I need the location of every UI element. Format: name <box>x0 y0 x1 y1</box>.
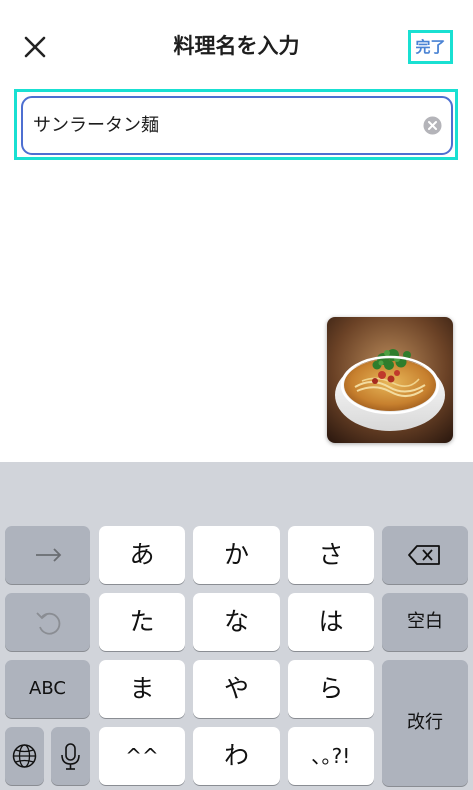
abc-key-label: ABC <box>29 678 66 699</box>
microphone-icon <box>61 743 80 770</box>
key-na[interactable]: な <box>193 593 280 651</box>
screen: 料理名を入力 完了 サンラータン麺 あ か さ た な は 空白 ABC ま や… <box>0 0 473 790</box>
food-photo-icon <box>327 317 453 443</box>
space-key[interactable]: 空白 <box>382 593 468 651</box>
clear-input-button[interactable] <box>423 116 442 135</box>
key-ra-label: ら <box>318 674 344 703</box>
backspace-key[interactable] <box>382 526 468 584</box>
key-sa[interactable]: さ <box>288 526 374 584</box>
key-ra[interactable]: ら <box>288 660 374 718</box>
key-a[interactable]: あ <box>99 526 185 584</box>
page-title: 料理名を入力 <box>173 34 300 58</box>
key-dakuten[interactable]: ^^ <box>99 727 185 785</box>
done-button[interactable]: 完了 <box>408 30 453 64</box>
key-ma[interactable]: ま <box>99 660 185 718</box>
return-key-label: 改行 <box>407 712 443 733</box>
abc-mode-key[interactable]: ABC <box>5 660 90 718</box>
globe-key[interactable] <box>5 727 44 785</box>
space-key-label: 空白 <box>407 611 443 632</box>
key-ta[interactable]: た <box>99 593 185 651</box>
key-ha-label: は <box>318 607 344 636</box>
key-punctuation-label: ､｡?! <box>311 744 351 768</box>
return-key[interactable]: 改行 <box>382 660 468 786</box>
globe-icon <box>12 744 37 768</box>
key-ya[interactable]: や <box>193 660 280 718</box>
key-ka-label: か <box>223 540 249 569</box>
key-a-label: あ <box>129 540 155 569</box>
key-na-label: な <box>223 607 249 636</box>
dish-photo-thumbnail[interactable] <box>327 317 453 443</box>
key-ma-label: ま <box>129 674 155 703</box>
dish-name-value: サンラータン麺 <box>33 115 159 136</box>
key-ya-label: や <box>223 674 249 703</box>
key-ha[interactable]: は <box>288 593 374 651</box>
key-punctuation[interactable]: ､｡?! <box>288 727 374 785</box>
right-arrow-icon <box>35 548 61 562</box>
key-sa-label: さ <box>318 540 344 569</box>
backspace-icon <box>408 545 440 565</box>
key-ta-label: た <box>129 607 155 636</box>
dish-name-input[interactable]: サンラータン麺 <box>21 96 453 155</box>
undo-icon <box>35 612 60 635</box>
key-wa[interactable]: わ <box>193 727 280 785</box>
undo-key[interactable] <box>5 593 90 651</box>
key-wa-label: わ <box>223 741 249 770</box>
japanese-kana-keyboard: あ か さ た な は 空白 ABC ま や ら 改行 ^^ わ ､｡?! <box>0 462 473 790</box>
clear-circle-icon <box>423 116 442 135</box>
next-candidate-key[interactable] <box>5 526 90 584</box>
key-dakuten-label: ^^ <box>125 744 159 768</box>
dictation-key[interactable] <box>51 727 90 785</box>
header-bar: 料理名を入力 完了 <box>0 0 473 92</box>
key-ka[interactable]: か <box>193 526 280 584</box>
